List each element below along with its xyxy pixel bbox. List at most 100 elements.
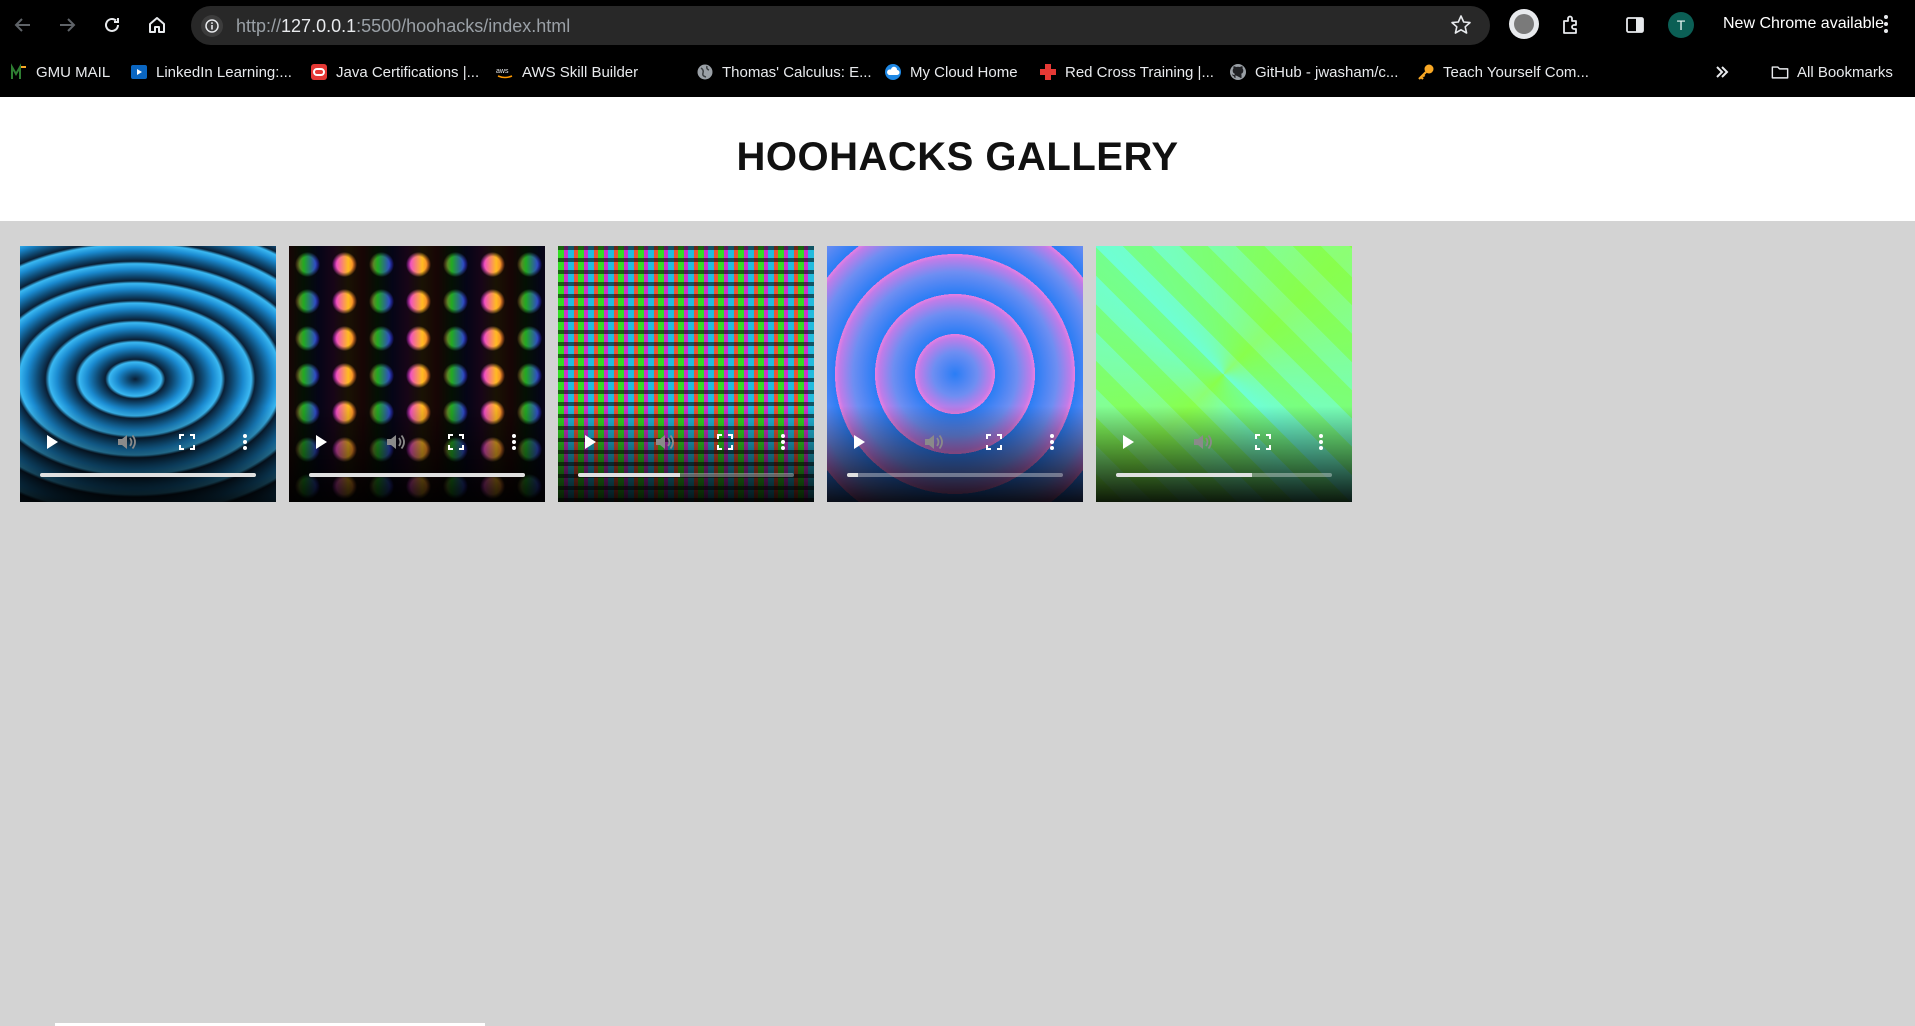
- volume-icon[interactable]: [1191, 430, 1215, 454]
- address-bar[interactable]: http://127.0.0.1:5500/hoohacks/index.htm…: [191, 6, 1490, 45]
- video-progress-bar[interactable]: [847, 473, 1063, 477]
- url-host: 127.0.0.1: [281, 16, 357, 36]
- home-button[interactable]: [142, 10, 172, 40]
- bookmark-label: LinkedIn Learning:...: [156, 63, 292, 81]
- volume-icon[interactable]: [922, 430, 946, 454]
- volume-icon[interactable]: [115, 430, 139, 454]
- video-progress-fill: [40, 473, 256, 477]
- volume-icon[interactable]: [653, 430, 677, 454]
- bookmark-label: Thomas' Calculus: E...: [722, 63, 872, 81]
- page-title: HOOHACKS GALLERY: [736, 135, 1179, 179]
- bookmarks-overflow-button[interactable]: [1713, 60, 1739, 84]
- url-scheme: http://: [236, 16, 282, 36]
- play-icon[interactable]: [309, 430, 333, 454]
- bookmark-my-cloud-home[interactable]: My Cloud Home: [884, 60, 1018, 84]
- bookmark-label: Java Certifications |...: [336, 63, 480, 81]
- volume-icon[interactable]: [384, 430, 408, 454]
- all-bookmarks-label: All Bookmarks: [1797, 63, 1893, 81]
- fullscreen-icon[interactable]: [982, 430, 1006, 454]
- page-header: HOOHACKS GALLERY: [0, 97, 1915, 221]
- video-player[interactable]: [1096, 246, 1352, 502]
- video-player[interactable]: [289, 246, 545, 502]
- extensions-puzzle-icon[interactable]: [1556, 10, 1586, 40]
- video-player[interactable]: [20, 246, 276, 502]
- double-chevron-right-icon: [1713, 63, 1731, 81]
- play-icon[interactable]: [40, 430, 64, 454]
- video-progress-bar[interactable]: [309, 473, 525, 477]
- back-button[interactable]: [8, 10, 38, 40]
- url-text[interactable]: http://127.0.0.1:5500/hoohacks/index.htm…: [236, 16, 570, 37]
- more-options-icon[interactable]: [1309, 430, 1333, 454]
- home-icon: [149, 17, 165, 33]
- arrow-right-icon: [60, 18, 76, 32]
- extension-logo: [1514, 14, 1534, 34]
- red-cross-icon: [1039, 63, 1057, 81]
- reload-button[interactable]: [97, 10, 127, 40]
- more-vert-icon[interactable]: [1880, 13, 1892, 40]
- fullscreen-icon[interactable]: [175, 430, 199, 454]
- bookmark-gmu-mail[interactable]: GMU MAIL: [10, 60, 110, 84]
- video-progress-bar[interactable]: [40, 473, 256, 477]
- video-controls-overlay: [289, 406, 545, 502]
- bookmark-linkedin-learning[interactable]: LinkedIn Learning:...: [130, 60, 292, 84]
- video-controls-overlay: [20, 406, 276, 502]
- bookmark-teach-yourself[interactable]: Teach Yourself Com...: [1417, 60, 1589, 84]
- play-icon[interactable]: [847, 430, 871, 454]
- bookmark-label: GMU MAIL: [36, 63, 111, 81]
- url-path: :5500/hoohacks/index.html: [356, 16, 571, 36]
- bookmark-label: Teach Yourself Com...: [1443, 63, 1589, 81]
- aws-icon: aws: [496, 63, 514, 81]
- video-progress-bar[interactable]: [1116, 473, 1332, 477]
- forward-button[interactable]: [52, 10, 82, 40]
- play-icon[interactable]: [578, 430, 602, 454]
- play-icon[interactable]: [1116, 430, 1140, 454]
- bookmark-github[interactable]: GitHub - jwasham/c...: [1229, 60, 1398, 84]
- bookmarks-bar: GMU MAIL LinkedIn Learning:... Java Cert…: [0, 52, 1915, 92]
- github-icon: [1229, 63, 1247, 81]
- video-player[interactable]: [827, 246, 1083, 502]
- bookmark-java-certifications[interactable]: Java Certifications |...: [310, 60, 479, 84]
- bookmark-thomas-calculus[interactable]: Thomas' Calculus: E...: [696, 60, 872, 84]
- fullscreen-icon[interactable]: [713, 430, 737, 454]
- site-info-icon[interactable]: [201, 15, 223, 37]
- video-progress-fill: [578, 473, 680, 477]
- globe-icon: [696, 63, 714, 81]
- video-controls-overlay: [558, 406, 814, 502]
- linkedin-learning-icon: [130, 63, 148, 81]
- folder-icon: [1771, 63, 1789, 81]
- bookmark-aws-skill-builder[interactable]: aws AWS Skill Builder: [496, 60, 638, 84]
- cloud-icon: [884, 63, 902, 81]
- bookmark-red-cross-training[interactable]: Red Cross Training |...: [1039, 60, 1214, 84]
- svg-text:aws: aws: [496, 68, 509, 75]
- extension-icon[interactable]: [1509, 9, 1539, 39]
- side-panel-icon[interactable]: [1620, 10, 1650, 40]
- update-chrome-label[interactable]: New Chrome available: [1723, 15, 1884, 33]
- more-options-icon[interactable]: [1040, 430, 1064, 454]
- video-controls-overlay: [1096, 406, 1352, 502]
- fullscreen-icon[interactable]: [444, 430, 468, 454]
- video-controls-overlay: [827, 406, 1083, 502]
- bookmark-label: My Cloud Home: [910, 63, 1018, 81]
- profile-avatar[interactable]: T: [1668, 12, 1694, 38]
- browser-chrome: http://127.0.0.1:5500/hoohacks/index.htm…: [0, 0, 1915, 97]
- more-options-icon[interactable]: [233, 430, 257, 454]
- video-progress-fill: [847, 473, 858, 477]
- browser-toolbar: http://127.0.0.1:5500/hoohacks/index.htm…: [0, 0, 1915, 50]
- all-bookmarks-button[interactable]: All Bookmarks: [1771, 60, 1893, 84]
- video-gallery: [0, 221, 1915, 1026]
- video-player[interactable]: [558, 246, 814, 502]
- gmu-icon: [10, 63, 28, 81]
- video-progress-fill: [309, 473, 525, 477]
- more-options-icon[interactable]: [771, 430, 795, 454]
- bookmark-star-icon[interactable]: [1450, 14, 1472, 41]
- more-options-icon[interactable]: [502, 430, 526, 454]
- arrow-left-icon: [14, 18, 30, 32]
- bookmark-label: AWS Skill Builder: [522, 63, 639, 81]
- bookmark-label: GitHub - jwasham/c...: [1255, 63, 1399, 81]
- video-progress-bar[interactable]: [578, 473, 794, 477]
- fullscreen-icon[interactable]: [1251, 430, 1275, 454]
- video-progress-fill: [1116, 473, 1253, 477]
- reload-icon: [105, 17, 119, 32]
- key-icon: [1417, 63, 1435, 81]
- oracle-icon: [310, 63, 328, 81]
